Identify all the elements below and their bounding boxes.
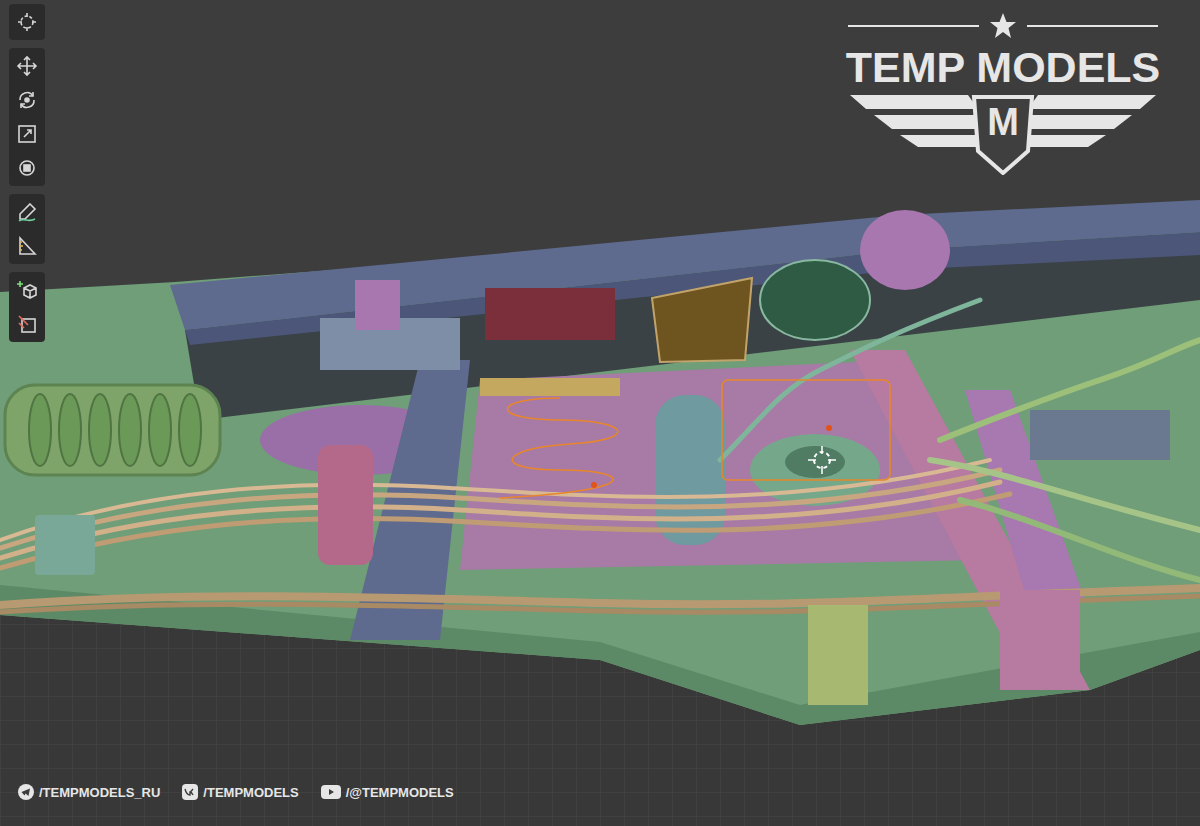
purple-pipe [860, 210, 950, 290]
tool-button[interactable] [10, 117, 44, 151]
tool-button[interactable] [10, 195, 44, 229]
floor-grid [0, 560, 1200, 826]
cylinder [655, 395, 725, 545]
cable [940, 340, 1200, 440]
social-link[interactable]: /TEMPMODELS [182, 784, 298, 800]
base-edge [0, 585, 1200, 725]
transform-icon [16, 157, 38, 179]
tool-button[interactable] [10, 273, 44, 307]
watermark-logo: TEMP MODELS M [848, 12, 1158, 175]
social-label: /TEMPMODELS_RU [39, 785, 160, 800]
social-link[interactable]: /TEMPMODELS_RU [18, 784, 160, 800]
vent-slot [59, 394, 81, 466]
tool-button[interactable] [10, 83, 44, 117]
tool-group [9, 194, 45, 264]
tool-group [9, 48, 45, 186]
blender-viewport-screenshot: TEMP MODELS M/TEMPMODELS_RU/TEMPMODELS /@T… [0, 0, 1200, 826]
social-links: /TEMPMODELS_RU/TEMPMODELS /@TEMPMODELS [18, 784, 454, 800]
vent-slot [119, 394, 141, 466]
add-icon [16, 279, 38, 301]
vent-slot [149, 394, 171, 466]
handle [355, 280, 400, 330]
vent-slot [179, 394, 201, 466]
pink-band [850, 350, 1090, 690]
brown-box [652, 278, 752, 362]
vent-slot [29, 394, 51, 466]
vent-slot [89, 394, 111, 466]
measure-icon [16, 235, 38, 257]
yellow-strip [480, 378, 620, 396]
3d-cursor-icon[interactable] [808, 446, 836, 474]
social-label: /TEMPMODELS [203, 785, 298, 800]
pink-clamp [318, 445, 373, 565]
tool-button[interactable] [10, 307, 44, 341]
green-post [808, 605, 868, 705]
star-icon [989, 12, 1017, 40]
tool-button[interactable] [10, 49, 44, 83]
green-clip [35, 515, 95, 575]
tool-button[interactable] [10, 151, 44, 185]
logo-emblem: M [850, 95, 1156, 175]
telegram-icon [18, 784, 34, 800]
vk-icon [182, 784, 198, 800]
cable [0, 460, 990, 540]
rule [848, 25, 979, 27]
vent-panel [5, 385, 220, 475]
toolbar [9, 4, 45, 342]
cable [960, 500, 1200, 580]
ring-hole [785, 446, 845, 478]
annotate-icon [16, 201, 38, 223]
social-link[interactable]: /@TEMPMODELS [321, 785, 454, 800]
rule [1027, 25, 1158, 27]
cut-icon [16, 313, 38, 335]
star-row [848, 12, 1158, 40]
dark-red-panel [485, 288, 615, 340]
cable [0, 494, 1010, 568]
selection-outline [500, 380, 890, 498]
pink-post [1000, 590, 1080, 690]
move-icon [16, 55, 38, 77]
logo-title: TEMP MODELS [846, 44, 1161, 91]
social-label: /@TEMPMODELS [346, 785, 454, 800]
cable [930, 460, 1200, 530]
gauge [760, 260, 870, 340]
tool-button[interactable] [10, 5, 44, 39]
rotate-icon [16, 89, 38, 111]
youtube-icon [321, 785, 341, 799]
tool-group [9, 4, 45, 40]
gray-block [1030, 410, 1170, 460]
cursor-icon [16, 11, 38, 33]
tool-group [9, 272, 45, 342]
tool-button[interactable] [10, 229, 44, 263]
scale-icon [16, 123, 38, 145]
logo-monogram: M [850, 103, 1156, 141]
